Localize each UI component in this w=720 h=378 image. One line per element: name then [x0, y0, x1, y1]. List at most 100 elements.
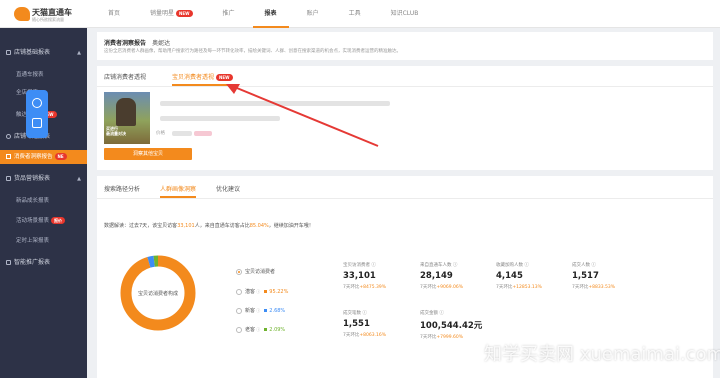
nav-tools-label: 工具 — [348, 10, 361, 17]
divider — [97, 86, 713, 87]
new-badge: NE — [54, 153, 67, 160]
top-nav: 首页 销量明星 NEW 推广 报表 账户 工具 知识CLUB — [96, 0, 436, 28]
document-icon[interactable] — [32, 118, 42, 128]
option-all-visitors[interactable]: 宝贝访消费者 — [236, 268, 275, 275]
nav-sales-star-label: 销量明星 — [150, 10, 175, 17]
help-icon[interactable]: ⓘ — [523, 263, 529, 268]
metric-buyers: 成交人数 ⓘ 1,517 7天环比+8833.53% — [572, 262, 615, 290]
product-figure — [116, 98, 136, 126]
logo-mark-icon — [14, 7, 30, 21]
nav-knowledge-club[interactable]: 知识CLUB — [379, 0, 431, 28]
sidebar-item-label: 活动场景报表 — [16, 218, 50, 224]
page-description: 这份全店消费者人群画像，帮助用户搜索行为路径及每一环节转化效率，描绘关键词、人群… — [104, 49, 401, 54]
nav-promotion[interactable]: 推广 — [211, 0, 247, 28]
radio-icon[interactable] — [236, 307, 242, 314]
sidebar-item-label: 定时上架报表 — [16, 238, 50, 244]
option-value: 2.68% — [269, 308, 286, 314]
metric-label: 成交人数 — [572, 263, 590, 268]
clock-icon — [6, 134, 11, 139]
option-value: 95.22% — [269, 289, 289, 295]
help-icon[interactable]: ⓘ — [370, 263, 376, 268]
tab-label: 人群画像洞察 — [160, 186, 197, 193]
watermark: 知学买卖网 xuemaimai.com — [484, 344, 720, 365]
report-header-panel — [97, 32, 713, 60]
metric-value: 28,149 — [420, 271, 453, 281]
divider — [97, 198, 713, 199]
tab-crowd-portrait[interactable]: 人群画像洞察 — [160, 184, 197, 198]
insight-other-items-button[interactable]: 洞察其他宝贝 — [104, 148, 192, 160]
metric-value: 33,101 — [343, 271, 376, 281]
quote-badge: 报价 — [51, 217, 66, 224]
option-new[interactable]: 新客 ⓘ 2.68% — [236, 307, 285, 314]
tab-item-consumer[interactable]: 宝贝消费者透视 NEW — [172, 72, 233, 86]
donut-center-label: 宝贝访消费者构成 — [137, 291, 178, 297]
product-image[interactable]: 买进行 最流量对决 — [104, 92, 150, 144]
sidebar-group-store-basic[interactable]: 店铺基础报表 ▲ — [0, 46, 87, 60]
tab-store-consumer[interactable]: 店铺消费者透视 — [104, 72, 146, 86]
page-title-text: 消费者洞察报告 — [104, 40, 147, 47]
metric-gmv: 成交金额 ⓘ 100,544.42元 7天环比+7999.60% — [420, 310, 482, 340]
analysis-tabs: 搜索路径分析 人群画像洞察 优化建议 — [104, 184, 260, 198]
store-name: 奥妮达 — [152, 40, 171, 47]
option-potential[interactable]: 潜客 ⓘ 95.22% — [236, 288, 288, 295]
sidebar-group-label: 店铺基础报表 — [14, 49, 51, 56]
radio-icon[interactable] — [236, 288, 242, 295]
help-icon[interactable]: ⓘ — [452, 263, 458, 268]
product-title-redacted — [160, 101, 390, 106]
nav-reports-label: 报表 — [264, 10, 277, 17]
sidebar: 店铺基础报表 ▲ 直通车报表 全店报表 触达报表NEW 店铺专题报表 消费者洞察… — [0, 28, 87, 378]
price-redacted — [172, 131, 192, 136]
notice-prefix: 数据解读：过去7天，该宝贝访客 — [104, 223, 178, 229]
tab-optimize[interactable]: 优化建议 — [216, 184, 240, 198]
sidebar-item-new-growth[interactable]: 新品成长报表 — [0, 194, 87, 208]
option-label: 宝贝访消费者 — [245, 269, 276, 275]
nav-tools[interactable]: 工具 — [337, 0, 373, 28]
sidebar-item-consumer-insight[interactable]: 消费者洞察报告 NE — [0, 150, 87, 164]
sidebar-group-smart-promo[interactable]: 智能推广报表 — [0, 256, 87, 270]
tab-search-path[interactable]: 搜索路径分析 — [104, 184, 140, 198]
sidebar-item-scheduled-listing[interactable]: 定时上架报表 — [0, 234, 87, 248]
radio-icon[interactable] — [236, 268, 242, 275]
price-highlight-redacted — [194, 131, 212, 136]
metric-value: 4,145 — [496, 271, 523, 281]
option-value: 2.09% — [269, 327, 286, 333]
sidebar-item-activity-scene[interactable]: 活动场景报表 报价 — [0, 214, 87, 228]
help-icon[interactable]: ⓘ — [255, 308, 260, 313]
sidebar-item-label: 新品成长报表 — [16, 198, 50, 204]
nav-account-label: 账户 — [306, 10, 319, 17]
metric-label: 成交金额 — [420, 311, 438, 316]
top-bar: 天猫直通车 随心所欲搜索流量 首页 销量明星 NEW 推广 报表 账户 工具 知识… — [0, 0, 720, 28]
sidebar-item-ztc-report[interactable]: 直通车报表 — [0, 68, 87, 82]
option-returning[interactable]: 老客 ⓘ 2.09% — [236, 326, 285, 333]
sidebar-group-goods-marketing[interactable]: 货品营销报表 ▲ — [0, 172, 87, 186]
nav-home[interactable]: 首页 — [96, 0, 132, 28]
metric-cmp-value: +8475.39% — [359, 285, 387, 290]
nav-account[interactable]: 账户 — [295, 0, 331, 28]
metric-cmp-label: 7天环比 — [572, 285, 589, 290]
app-logo[interactable]: 天猫直通车 随心所欲搜索流量 — [14, 5, 84, 23]
help-icon[interactable]: ⓘ — [361, 311, 367, 316]
notice-ratio: 85.04% — [249, 223, 269, 229]
notice-suffix: ，继续加油开车哦！ — [268, 223, 314, 229]
help-icon[interactable]: ⓘ — [438, 311, 444, 316]
legend-swatch — [264, 328, 268, 331]
list-icon — [6, 50, 11, 55]
sidebar-item-label: 消费者洞察报告 — [14, 154, 53, 160]
option-label: 新客 — [245, 308, 256, 314]
metric-cmp-value: +8063.16% — [359, 333, 387, 338]
floating-toolbar[interactable] — [26, 90, 48, 138]
data-interpretation: 数据解读：过去7天，该宝贝访客33,101人，来自直通车访客占比85.04%，继… — [104, 222, 314, 229]
nav-reports[interactable]: 报表 — [252, 0, 289, 28]
help-icon[interactable]: ⓘ — [590, 263, 596, 268]
nav-sales-star[interactable]: 销量明星 NEW — [138, 0, 205, 28]
product-meta-redacted — [220, 116, 240, 121]
price-label: 价格 — [156, 131, 165, 136]
help-icon[interactable]: ⓘ — [255, 327, 260, 332]
sidebar-item-label: 直通车报表 — [16, 72, 44, 78]
help-icon[interactable]: ⓘ — [255, 289, 260, 294]
notification-icon[interactable] — [32, 98, 42, 108]
metric-cmp-label: 7天环比 — [420, 285, 437, 290]
tab-label: 宝贝消费者透视 — [172, 74, 215, 81]
app-tagline: 随心所欲搜索流量 — [32, 17, 64, 22]
radio-icon[interactable] — [236, 326, 242, 333]
